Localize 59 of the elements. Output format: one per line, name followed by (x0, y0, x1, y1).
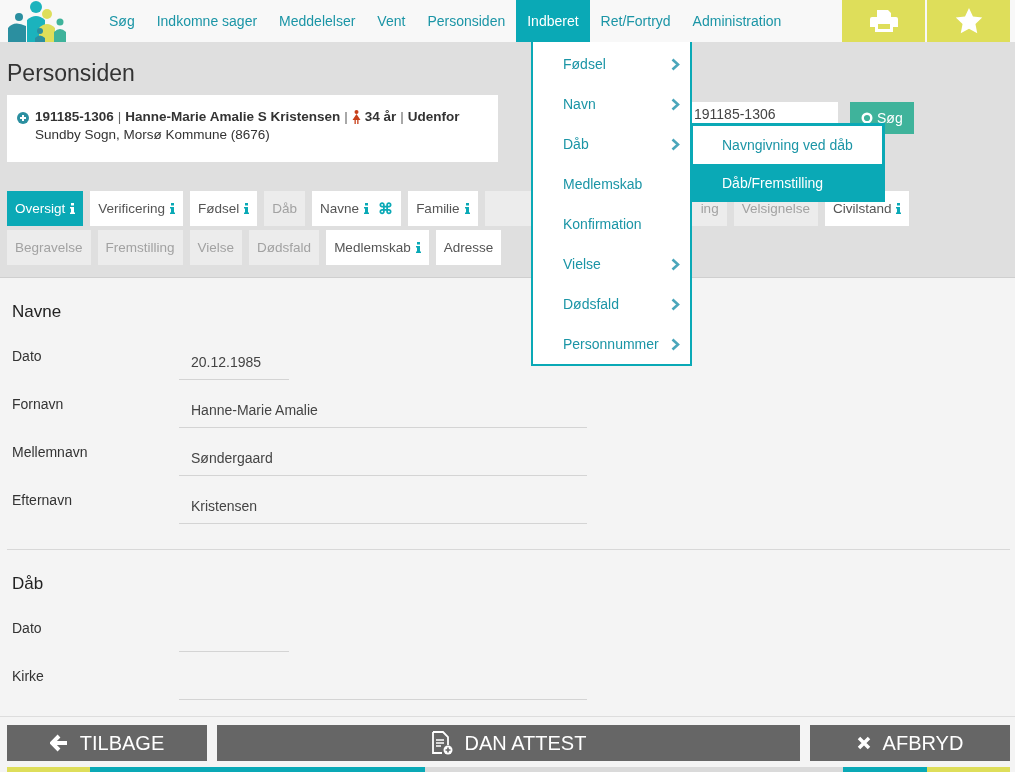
nav-link[interactable]: Meddelelser (268, 0, 367, 42)
tab[interactable]: Adresse (435, 230, 502, 265)
star-icon (954, 8, 983, 34)
logo-icon[interactable] (6, 0, 68, 42)
input-field[interactable]: Kristensen (179, 488, 587, 524)
arrow-left-icon (49, 734, 68, 752)
section-title: Navne (12, 302, 62, 322)
menu-item[interactable]: Navn (533, 84, 690, 124)
tab[interactable]: Familie (408, 191, 478, 226)
female-figure-icon (351, 109, 361, 124)
field-label: Dato (12, 348, 43, 364)
input-field[interactable]: Søndergaard (179, 440, 587, 476)
footer-button[interactable]: TILBAGE (7, 725, 207, 761)
person-age: 34 år (364, 109, 397, 124)
menu-item[interactable]: Dåb (533, 124, 690, 164)
tab[interactable]: Navne ⌘ (312, 191, 402, 226)
nav-link[interactable]: Indberet (516, 0, 590, 42)
separator: | (400, 109, 404, 124)
field-label: Kirke (12, 668, 45, 684)
tab[interactable]: Medlemskab (326, 230, 429, 265)
menu-item[interactable]: Dødsfald (533, 284, 690, 324)
person-id: 191185-1306 (35, 109, 114, 124)
separator: | (344, 109, 348, 124)
favorite-button[interactable] (927, 0, 1010, 42)
menu-item[interactable]: Medlemskab (533, 164, 690, 204)
close-icon (856, 736, 871, 750)
footer-button[interactable]: DAN ATTEST (217, 725, 800, 761)
footer-button[interactable]: AFBRYD (810, 725, 1010, 761)
field-label: Mellemnavn (12, 444, 89, 460)
section-title: Dåb (12, 574, 44, 594)
printer-icon (869, 9, 898, 33)
field-label: Dato (12, 620, 43, 636)
field-label: Efternavn (12, 492, 73, 508)
menu-item[interactable]: Personnummer (533, 324, 690, 364)
field-label: Fornavn (12, 396, 65, 412)
menu-item[interactable]: Konfirmation (533, 204, 690, 244)
person-name: Hanne-Marie Amalie S Kristensen (125, 109, 341, 124)
nav-link[interactable]: Administration (681, 0, 793, 42)
tab[interactable]: Fødsel (190, 191, 258, 226)
page-title: Personsiden (7, 60, 135, 87)
person-location: Sundby Sogn, Morsø Kommune (8676) (35, 127, 271, 142)
menu-item[interactable]: Fødsel (533, 44, 690, 84)
nav-link[interactable]: Ret/Fortryd (589, 0, 682, 42)
menu-item[interactable]: Vielse (533, 244, 690, 284)
person-status: Udenfor (407, 109, 460, 124)
input-field[interactable]: 20.12.1985 (179, 344, 289, 380)
separator: | (117, 109, 122, 124)
input-field[interactable]: Hanne-Marie Amalie (179, 392, 587, 428)
nav-link[interactable]: Personsiden (416, 0, 517, 42)
nav-link[interactable]: Søg (98, 0, 146, 42)
nav-link[interactable]: Indkomne sager (145, 0, 269, 42)
document-add-icon (430, 731, 453, 755)
print-button[interactable] (842, 0, 925, 42)
shortcut-symbol: ⌘ (378, 199, 394, 218)
submenu-item[interactable]: Dåb/Fremstilling (693, 164, 882, 202)
tab[interactable]: Oversigt (7, 191, 84, 226)
plus-circle-icon[interactable] (17, 112, 29, 124)
nav-link[interactable]: Vent (366, 0, 417, 42)
tab[interactable]: Verificering (90, 191, 184, 226)
